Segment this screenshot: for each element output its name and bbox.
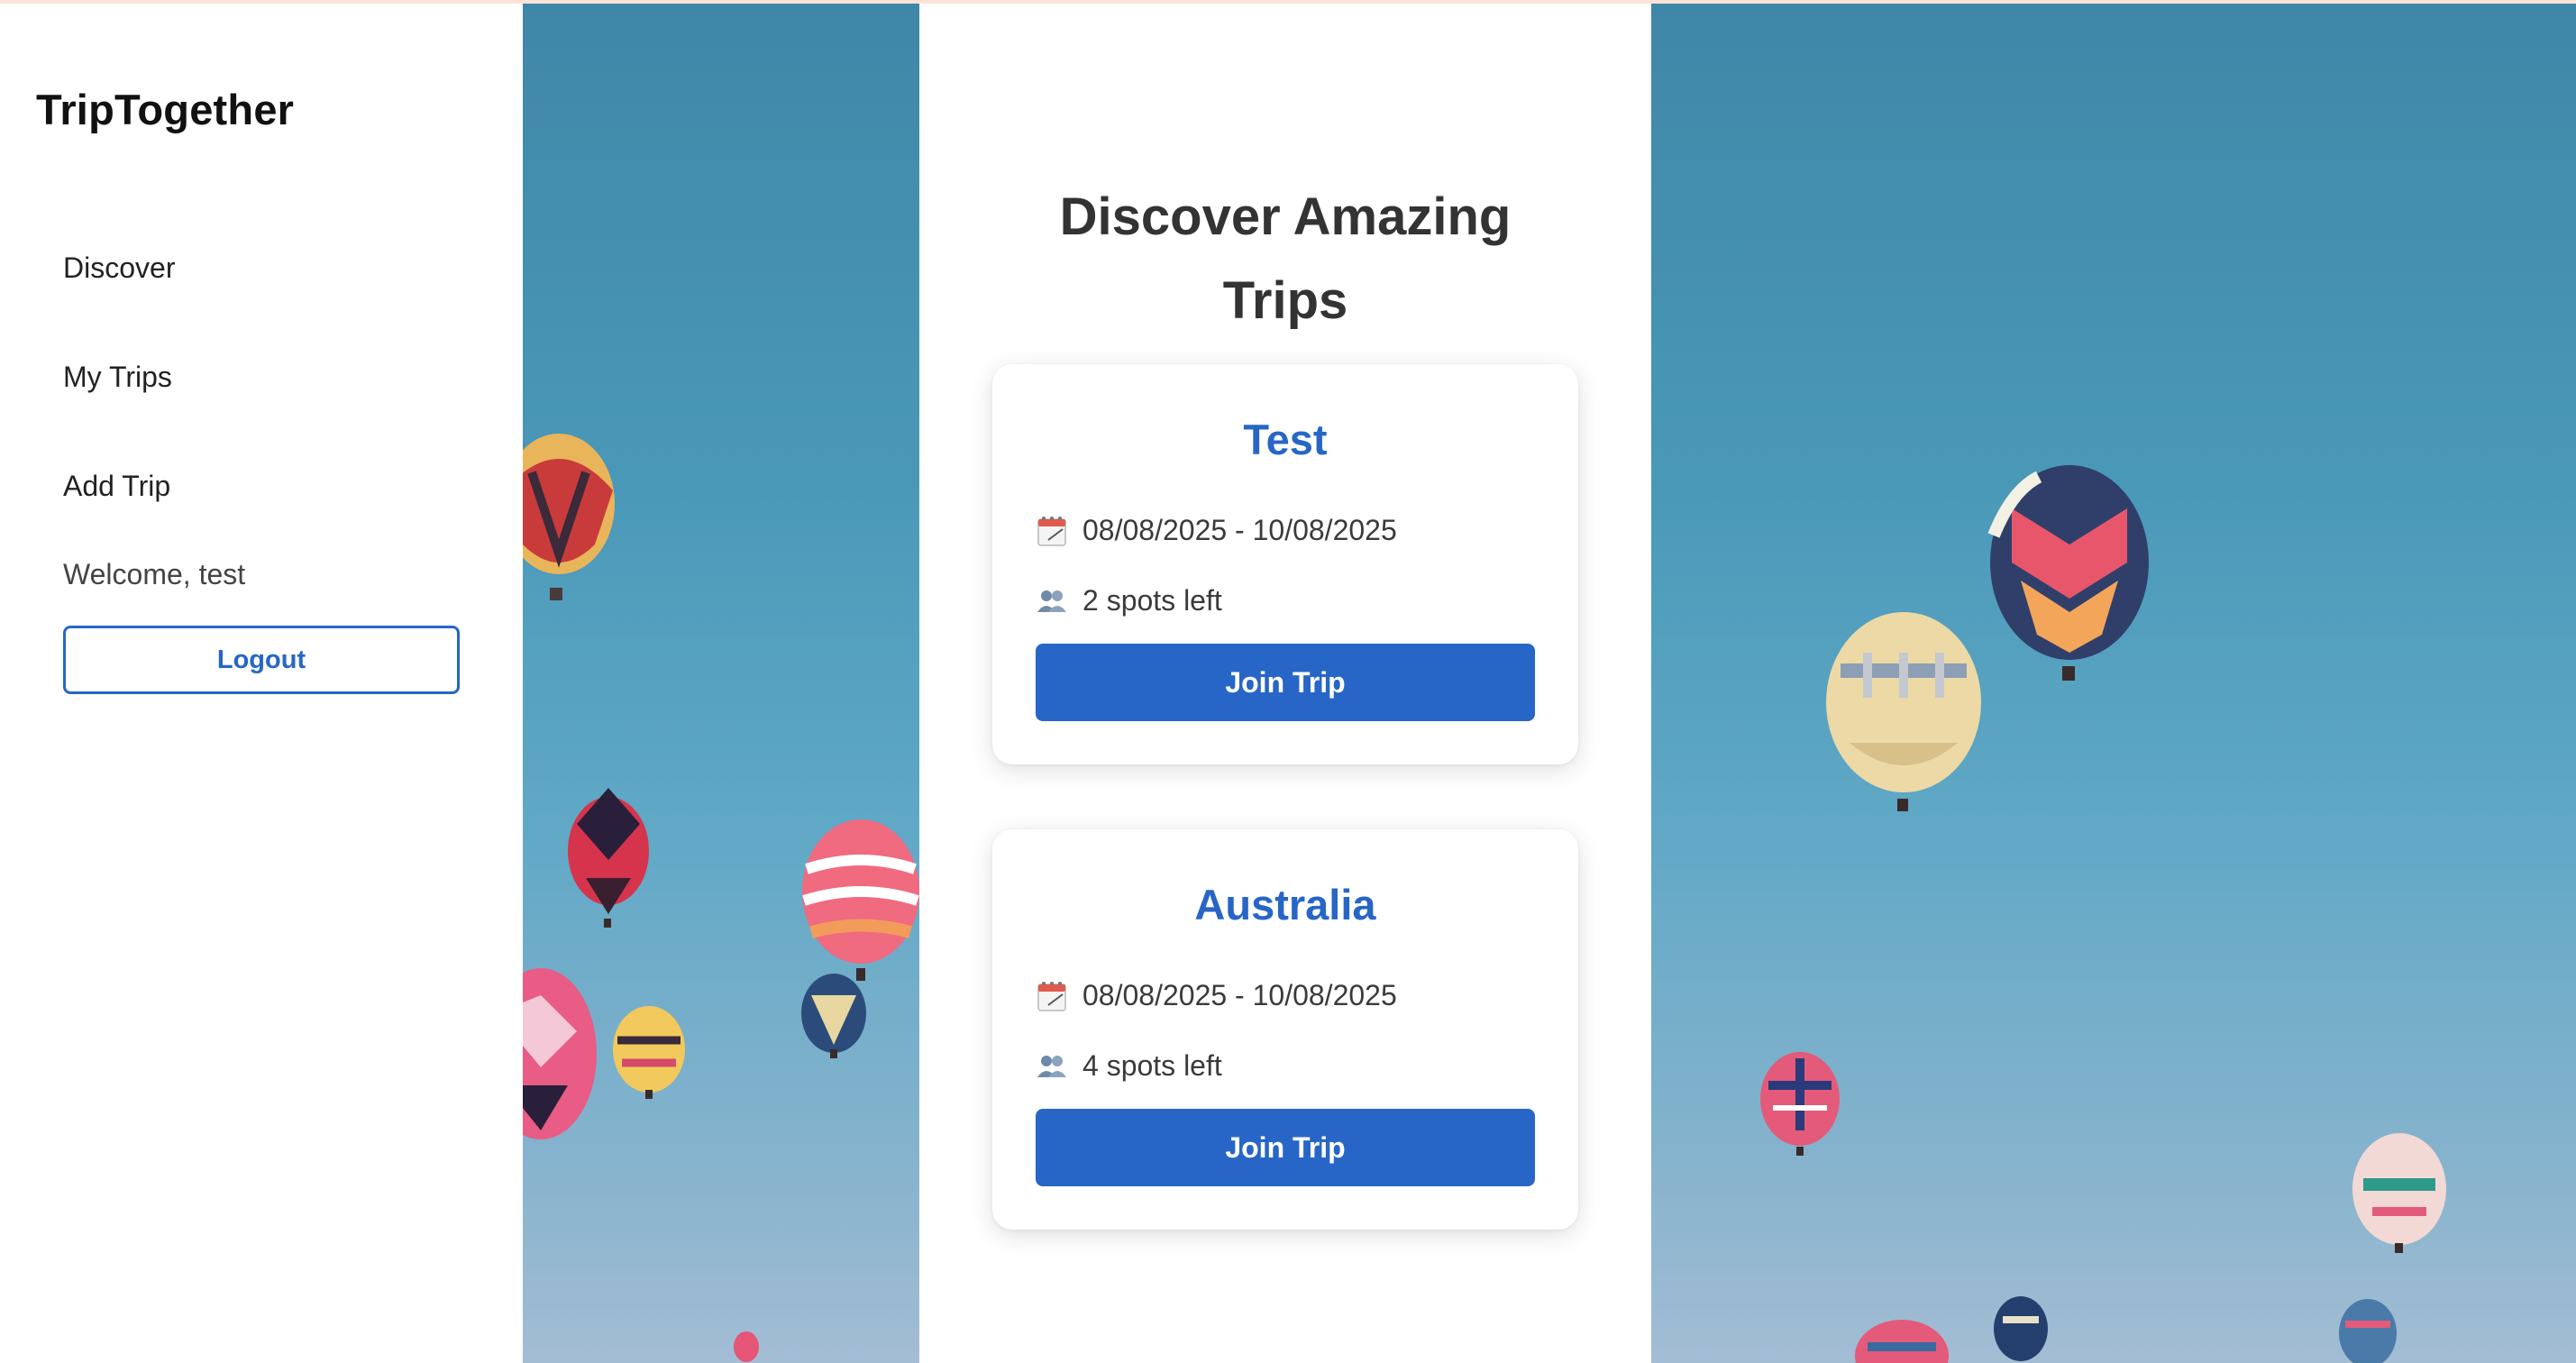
trip-dates-row: 08/08/2025 - 10/08/2025 <box>1036 514 1397 547</box>
trip-dates: 08/08/2025 - 10/08/2025 <box>1082 514 1397 546</box>
join-trip-button[interactable]: Join Trip <box>1036 644 1535 721</box>
logout-button[interactable]: Logout <box>63 626 460 694</box>
background-photo-left <box>523 4 919 1363</box>
trip-feed: Discover Amazing Trips Test 08/08/2025 -… <box>919 4 1651 1363</box>
trip-card: Australia 08/08/2025 - 10/08/2025 4 spot… <box>992 829 1578 1230</box>
nav-my-trips[interactable]: My Trips <box>63 361 172 394</box>
trip-title[interactable]: Australia <box>992 880 1578 929</box>
trip-spots: 4 spots left <box>1082 1049 1222 1082</box>
trip-title[interactable]: Test <box>992 415 1578 464</box>
balloons-illustration-left <box>523 434 919 1362</box>
nav-discover[interactable]: Discover <box>63 252 175 285</box>
nav-add-trip[interactable]: Add Trip <box>63 470 170 503</box>
people-icon <box>1036 1050 1068 1083</box>
background-photo-right <box>1651 4 2576 1363</box>
welcome-text: Welcome, test <box>63 558 246 590</box>
calendar-icon <box>1036 980 1068 1012</box>
trip-dates: 08/08/2025 - 10/08/2025 <box>1082 979 1397 1011</box>
people-icon <box>1036 585 1068 617</box>
join-trip-button[interactable]: Join Trip <box>1036 1109 1535 1186</box>
app-brand[interactable]: TripTogether <box>36 85 294 134</box>
balloons-illustration-right <box>1760 465 2446 1363</box>
trip-dates-row: 08/08/2025 - 10/08/2025 <box>1036 979 1397 1012</box>
page-title: Discover Amazing Trips <box>1059 188 1512 330</box>
sidebar: TripTogether Discover My Trips Add Trip … <box>0 4 523 1363</box>
trip-spots-row: 2 spots left <box>1036 584 1222 617</box>
trip-spots: 2 spots left <box>1082 584 1222 617</box>
trip-spots-row: 4 spots left <box>1036 1049 1222 1083</box>
top-border <box>0 0 2576 4</box>
trip-card: Test 08/08/2025 - 10/08/2025 2 spots lef… <box>992 364 1578 764</box>
calendar-icon <box>1036 515 1068 547</box>
